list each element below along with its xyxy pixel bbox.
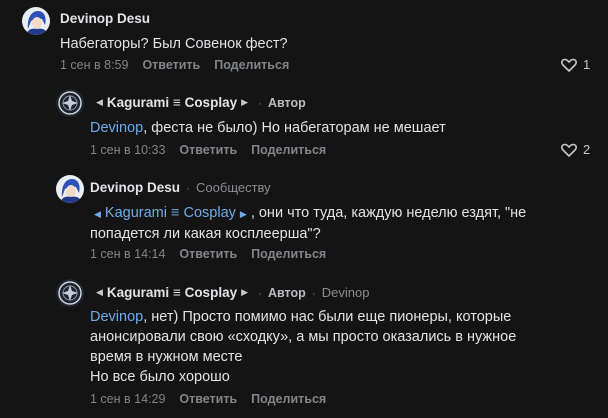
mention-link[interactable]: Devinop <box>90 120 143 136</box>
comment-text-body: , феста не было) Но набегаторам не мешае… <box>143 120 446 136</box>
comment-text: Devinop, нет) Просто помимо нас были еще… <box>90 307 516 387</box>
author-name[interactable]: Kagurami ≡ Cosplay <box>107 285 237 300</box>
like-button[interactable]: 2 <box>561 142 590 157</box>
avatar[interactable] <box>56 279 84 307</box>
logo-avatar-icon <box>56 279 84 307</box>
comment-date[interactable]: 1 сен в 14:14 <box>90 247 165 261</box>
reply-button[interactable]: Ответить <box>179 247 237 261</box>
avatar[interactable] <box>56 89 84 117</box>
mention-name: Kagurami ≡ Cosplay <box>104 205 236 221</box>
comment-date[interactable]: 1 сен в 14:29 <box>90 392 165 406</box>
triangle-left-icon: ◀ <box>96 287 103 297</box>
anime-avatar-icon <box>22 7 50 35</box>
author-badge: Автор <box>268 95 306 110</box>
comment-text-line-1: , нет) Просто помимо нас были еще пионер… <box>143 309 512 325</box>
comment-date[interactable]: 1 сен в 10:33 <box>90 143 165 157</box>
reply-button[interactable]: Ответить <box>142 58 200 72</box>
reply-target[interactable]: Devinop <box>322 285 370 300</box>
separator-dot: · <box>258 95 263 110</box>
reply-button[interactable]: Ответить <box>179 143 237 157</box>
triangle-left-icon: ◀ <box>96 97 103 107</box>
triangle-right-icon: ▶ <box>241 287 249 297</box>
comment-text-line-3: время в нужном месте <box>90 349 243 365</box>
mention-link[interactable]: Devinop <box>90 309 143 325</box>
share-button[interactable]: Поделиться <box>251 392 326 406</box>
triangle-right-icon: ▶ <box>239 209 247 219</box>
comment-text: Набегаторы? Был Совенок фест? <box>60 36 288 52</box>
share-button[interactable]: Поделиться <box>251 247 326 261</box>
author-name[interactable]: Devinop Desu <box>90 180 180 195</box>
like-count: 2 <box>583 142 591 157</box>
avatar[interactable] <box>22 7 50 35</box>
triangle-left-icon: ◀ <box>94 209 101 219</box>
share-button[interactable]: Поделиться <box>214 58 289 72</box>
author-name[interactable]: Devinop Desu <box>60 11 150 26</box>
comment-text-line-2: попадется ли какая косплеерша"? <box>90 226 321 242</box>
reply-target[interactable]: Сообществу <box>196 180 271 195</box>
comment-text-line-1: , они что туда, каждую неделю ездят, "не <box>250 205 527 221</box>
heart-icon <box>561 58 577 72</box>
comment-text-line-4: Но все было хорошо <box>90 369 230 385</box>
share-button[interactable]: Поделиться <box>251 143 326 157</box>
comment-text: Devinop, феста не было) Но набегаторам н… <box>90 118 446 138</box>
avatar[interactable] <box>56 175 84 203</box>
comment-text: ◀ Kagurami ≡ Cosplay ▶, они что туда, кажд… <box>90 203 526 244</box>
author-badge: Автор <box>268 285 306 300</box>
separator-dot: · <box>258 285 263 300</box>
like-count: 1 <box>583 57 591 72</box>
separator-dot: · <box>311 285 316 300</box>
anime-avatar-icon <box>56 175 84 203</box>
mention-link[interactable]: ◀ Kagurami ≡ Cosplay ▶ <box>90 205 251 221</box>
comment-date[interactable]: 1 сен в 8:59 <box>60 58 128 72</box>
separator-dot: · <box>186 180 191 195</box>
reply-button[interactable]: Ответить <box>179 392 237 406</box>
author-name[interactable]: Kagurami ≡ Cosplay <box>107 95 237 110</box>
logo-avatar-icon <box>56 89 84 117</box>
triangle-right-icon: ▶ <box>241 97 249 107</box>
heart-icon <box>561 143 577 157</box>
like-button[interactable]: 1 <box>561 57 590 72</box>
comment-text-line-2: анонсировали свою «сходку», а мы просто … <box>90 329 517 345</box>
